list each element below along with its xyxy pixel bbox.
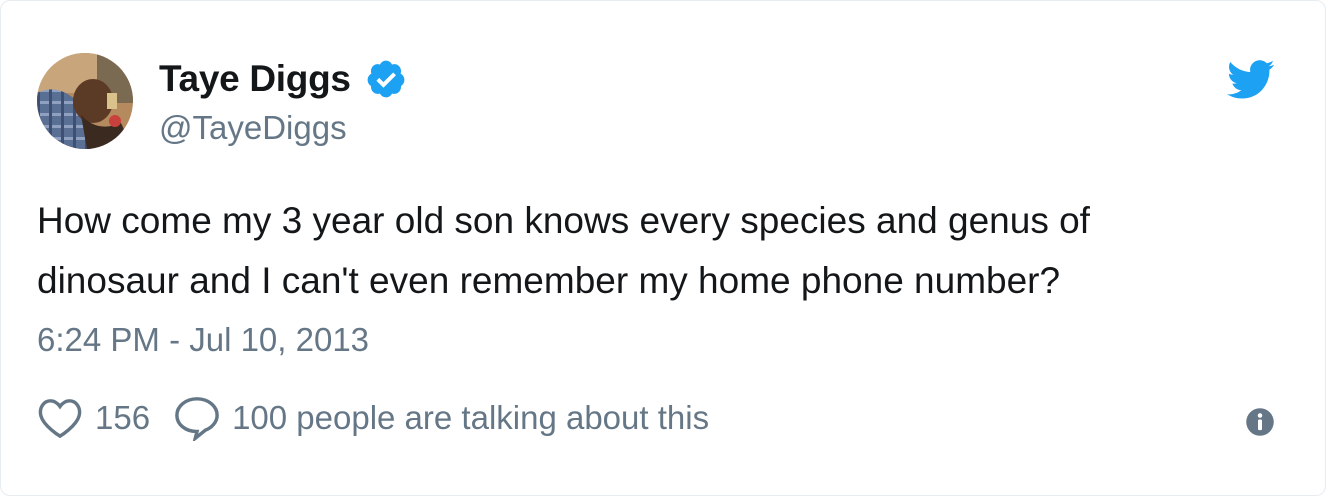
talking-about-link[interactable]: 100 people are talking about this	[232, 399, 709, 437]
tweet-actions: 156 100 people are talking about this	[37, 393, 709, 443]
verified-badge-icon	[365, 58, 407, 100]
author-handle[interactable]: @TayeDiggs	[159, 109, 347, 147]
like-count[interactable]: 156	[95, 399, 150, 437]
author-name-row: Taye Diggs	[159, 55, 407, 103]
tweet-timestamp[interactable]: 6:24 PM - Jul 10, 2013	[37, 321, 369, 359]
tweet-text-line: How come my 3 year old son knows every s…	[37, 200, 1090, 241]
twitter-bird-icon[interactable]	[1227, 59, 1275, 101]
info-icon[interactable]	[1245, 407, 1275, 437]
tweet-text-line: dinosaur and I can't even remember my ho…	[37, 260, 1061, 301]
tweet-text: How come my 3 year old son knows every s…	[37, 191, 1287, 311]
author-display-name[interactable]: Taye Diggs	[159, 58, 351, 100]
speech-bubble-icon[interactable]	[172, 395, 222, 443]
heart-icon[interactable]	[37, 397, 83, 439]
avatar[interactable]	[37, 53, 133, 149]
tweet-card: Taye Diggs @TayeDiggs How come my 3 year…	[0, 0, 1326, 496]
